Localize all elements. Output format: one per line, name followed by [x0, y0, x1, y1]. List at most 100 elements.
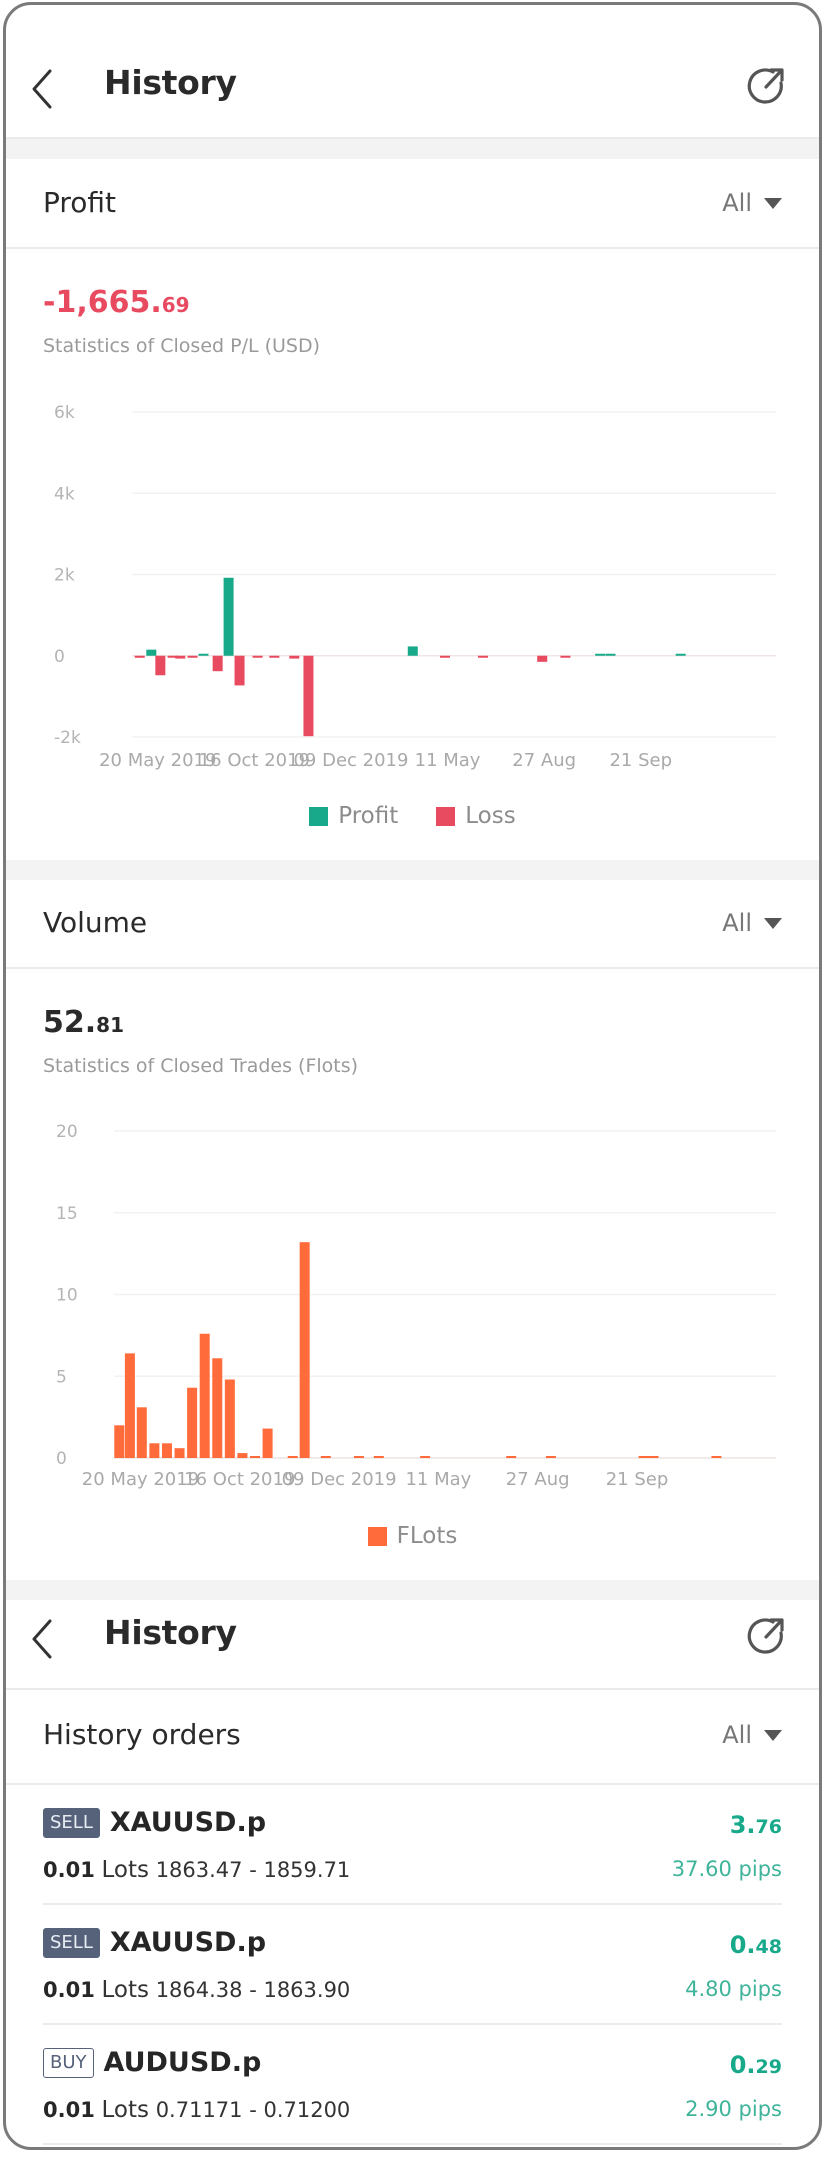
share-button[interactable] — [745, 65, 787, 107]
bar-flots — [161, 1443, 172, 1458]
bar-flots — [187, 1387, 198, 1458]
x-tick-label: 21 Sep — [609, 750, 672, 771]
bar-flots — [124, 1353, 135, 1458]
bar-profit — [223, 577, 234, 656]
bar-profit — [146, 649, 157, 656]
y-tick-label: 4k — [54, 484, 75, 504]
orders-filter-dropdown[interactable]: All — [722, 1721, 782, 1749]
bar-flots — [638, 1456, 649, 1458]
volume-section-title: Volume — [43, 906, 148, 939]
bar-profit — [407, 646, 418, 656]
profit-filter-dropdown[interactable]: All — [722, 189, 782, 217]
total-volume-value: 52.81 — [43, 1005, 124, 1040]
profit-chart: 6k4k2k0-2k20 May 201916 Oct 201909 Dec 2… — [54, 403, 776, 771]
order-lots-label: Lots — [101, 1857, 149, 1883]
top-app-bar: History — [6, 5, 819, 137]
volume-legend: FLots — [6, 1523, 819, 1549]
order-title: SELL XAUUSD.p — [43, 1807, 266, 1838]
legend-label-loss: Loss — [465, 803, 516, 829]
order-title: SELL XAUUSD.p — [43, 1927, 266, 1958]
x-tick-label: 16 Oct 2019 — [184, 1469, 295, 1490]
bar-loss — [212, 655, 223, 672]
x-tick-label: 27 Aug — [506, 1469, 570, 1490]
order-pl-dec: 48 — [755, 1936, 782, 1958]
bar-profit — [675, 653, 686, 656]
bar-loss — [439, 655, 450, 658]
volume-filter-dropdown[interactable]: All — [722, 909, 782, 937]
bar-loss — [537, 655, 548, 662]
order-lots: 0.01 — [43, 1858, 95, 1882]
y-tick-label: 0 — [54, 647, 65, 667]
order-pl-int: 3. — [729, 1811, 756, 1839]
bar-flots — [199, 1333, 210, 1458]
x-tick-label: 11 May — [415, 750, 481, 771]
order-pips: 2.90 pips — [685, 2097, 782, 2121]
bar-loss — [175, 655, 186, 659]
page-title: History — [104, 63, 237, 102]
back-button[interactable] — [28, 67, 58, 111]
order-pl: 3.76 — [730, 1811, 782, 1839]
section-separator — [6, 860, 819, 880]
divider — [6, 967, 819, 969]
section-separator — [6, 1580, 819, 1600]
order-pl-int: 0. — [729, 2051, 756, 2079]
x-tick-label: 21 Sep — [606, 1469, 669, 1490]
section-separator — [6, 139, 819, 159]
x-tick-label: 27 Aug — [512, 750, 576, 771]
back-button[interactable] — [28, 1617, 58, 1661]
bar-flots — [648, 1456, 659, 1458]
order-pl: 0.29 — [730, 2051, 782, 2079]
chevron-left-icon — [32, 69, 52, 109]
profit-section-title: Profit — [43, 186, 117, 219]
share-button[interactable] — [745, 1615, 787, 1657]
bar-flots — [320, 1456, 331, 1458]
bar-loss — [234, 655, 245, 686]
legend-label-profit: Profit — [338, 803, 399, 829]
share-external-icon — [747, 68, 784, 104]
side-badge: BUY — [43, 2047, 94, 2078]
order-prices: 0.71171 - 0.71200 — [155, 2098, 351, 2122]
legend-swatch-loss — [436, 806, 456, 826]
order-lots: 0.01 — [43, 2098, 95, 2122]
y-tick-label: 5 — [56, 1367, 67, 1387]
y-tick-label: 15 — [56, 1204, 78, 1224]
order-prices: 1864.38 - 1863.90 — [155, 1978, 351, 2002]
bar-flots — [262, 1428, 273, 1458]
order-details: 0.01 Lots 1863.47 - 1859.71 — [43, 1857, 350, 1883]
order-row[interactable]: BUY AUDUSD.p 0.01 Lots 0.71171 - 0.71200… — [6, 2025, 819, 2145]
side-badge: SELL — [43, 1927, 100, 1958]
bar-flots — [136, 1407, 147, 1458]
bar-loss — [303, 655, 314, 737]
bar-flots — [353, 1456, 364, 1458]
bar-flots — [373, 1456, 384, 1458]
bar-flots — [212, 1358, 223, 1458]
bar-profit — [198, 653, 209, 656]
total-profit-int: -1,665. — [43, 285, 162, 320]
order-details: 0.01 Lots 1864.38 - 1863.90 — [43, 1977, 350, 2003]
profit-subtitle: Statistics of Closed P/L (USD) — [43, 335, 321, 357]
bar-flots — [299, 1242, 310, 1458]
order-lots-label: Lots — [101, 2097, 149, 2123]
order-row[interactable]: SELL XAUUSD.p 0.01 Lots 1864.38 - 1863.9… — [6, 1905, 819, 2025]
x-tick-label: 11 May — [405, 1469, 471, 1490]
total-profit-value: -1,665.69 — [43, 285, 190, 320]
bar-flots — [420, 1456, 431, 1458]
x-tick-label: 20 May 2019 — [82, 1469, 199, 1490]
caret-down-icon — [764, 917, 782, 929]
bar-loss — [560, 655, 571, 658]
y-tick-label: 6k — [54, 403, 75, 423]
order-row[interactable]: SELL XAUUSD.p 0.01 Lots 1863.47 - 1859.7… — [6, 1785, 819, 1905]
bar-profit — [595, 653, 606, 656]
profit-legend: Profit Loss — [6, 803, 819, 829]
x-tick-label: 09 Dec 2019 — [282, 1469, 397, 1490]
x-tick-label: 09 Dec 2019 — [293, 750, 408, 771]
order-symbol: AUDUSD.p — [103, 2047, 262, 2078]
bar-flots — [545, 1456, 556, 1458]
bar-flots — [711, 1456, 722, 1458]
volume-subtitle: Statistics of Closed Trades (Flots) — [43, 1055, 359, 1077]
divider — [6, 1688, 819, 1690]
bar-flots — [506, 1456, 517, 1458]
bar-loss — [187, 655, 198, 658]
bar-profit — [605, 653, 616, 656]
profit-filter-label: All — [722, 189, 752, 217]
